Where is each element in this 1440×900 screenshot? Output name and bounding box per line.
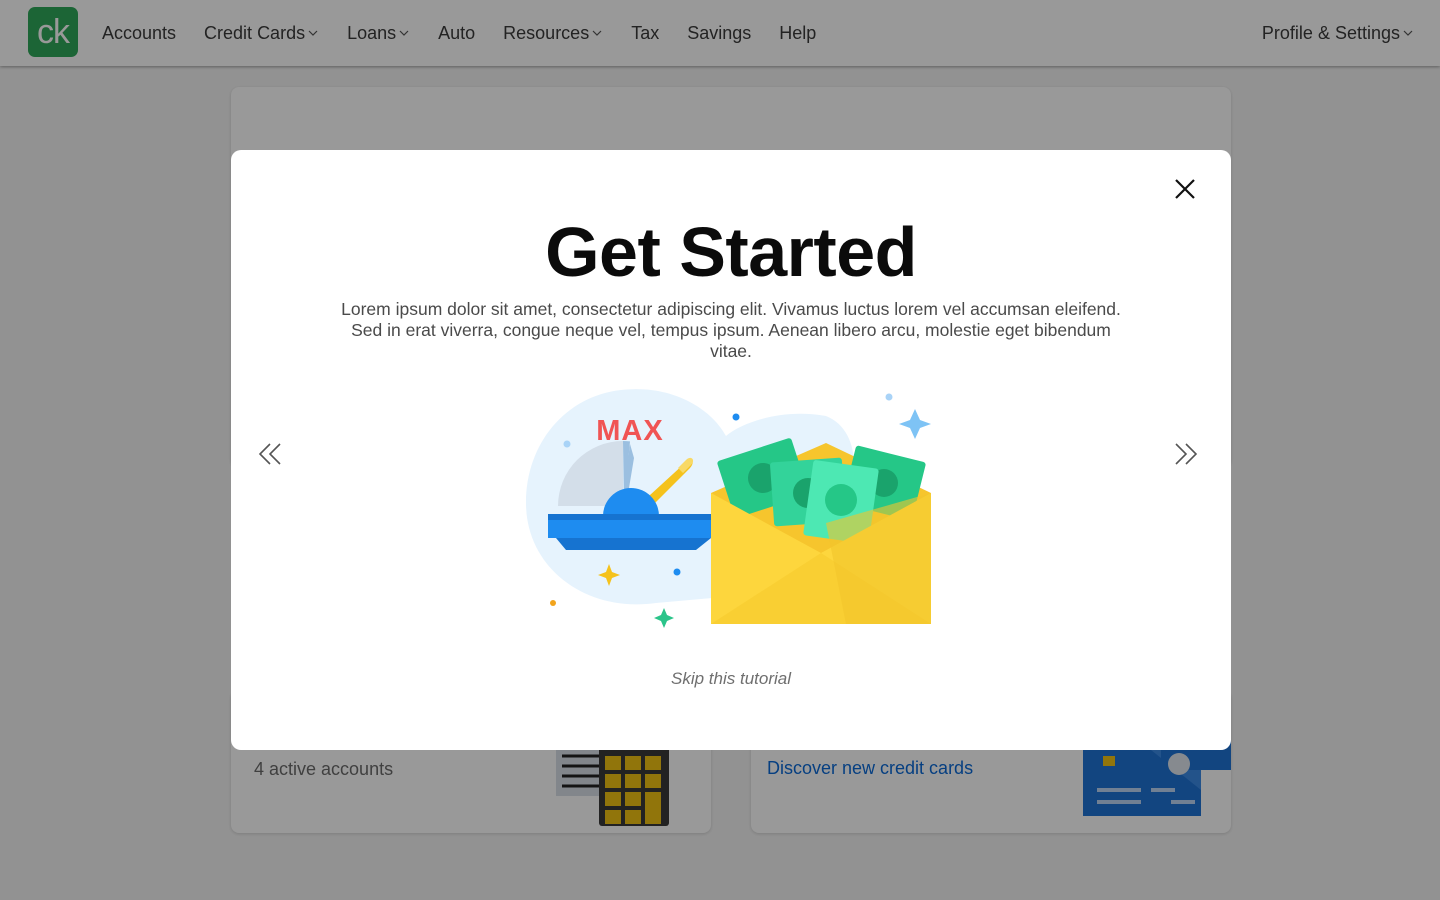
close-icon[interactable] bbox=[1171, 175, 1199, 203]
double-chevron-right-icon[interactable] bbox=[1173, 440, 1199, 468]
skip-tutorial-link[interactable]: Skip this tutorial bbox=[231, 669, 1231, 689]
modal-title: Get Started bbox=[545, 213, 917, 291]
double-chevron-left-icon[interactable] bbox=[257, 440, 283, 468]
max-label: MAX bbox=[596, 415, 663, 447]
get-started-modal: Get Started Lorem ipsum dolor sit amet, … bbox=[231, 150, 1231, 750]
modal-description: Lorem ipsum dolor sit amet, consectetur … bbox=[341, 299, 1121, 361]
max-savings-illustration: MAX bbox=[526, 389, 931, 628]
